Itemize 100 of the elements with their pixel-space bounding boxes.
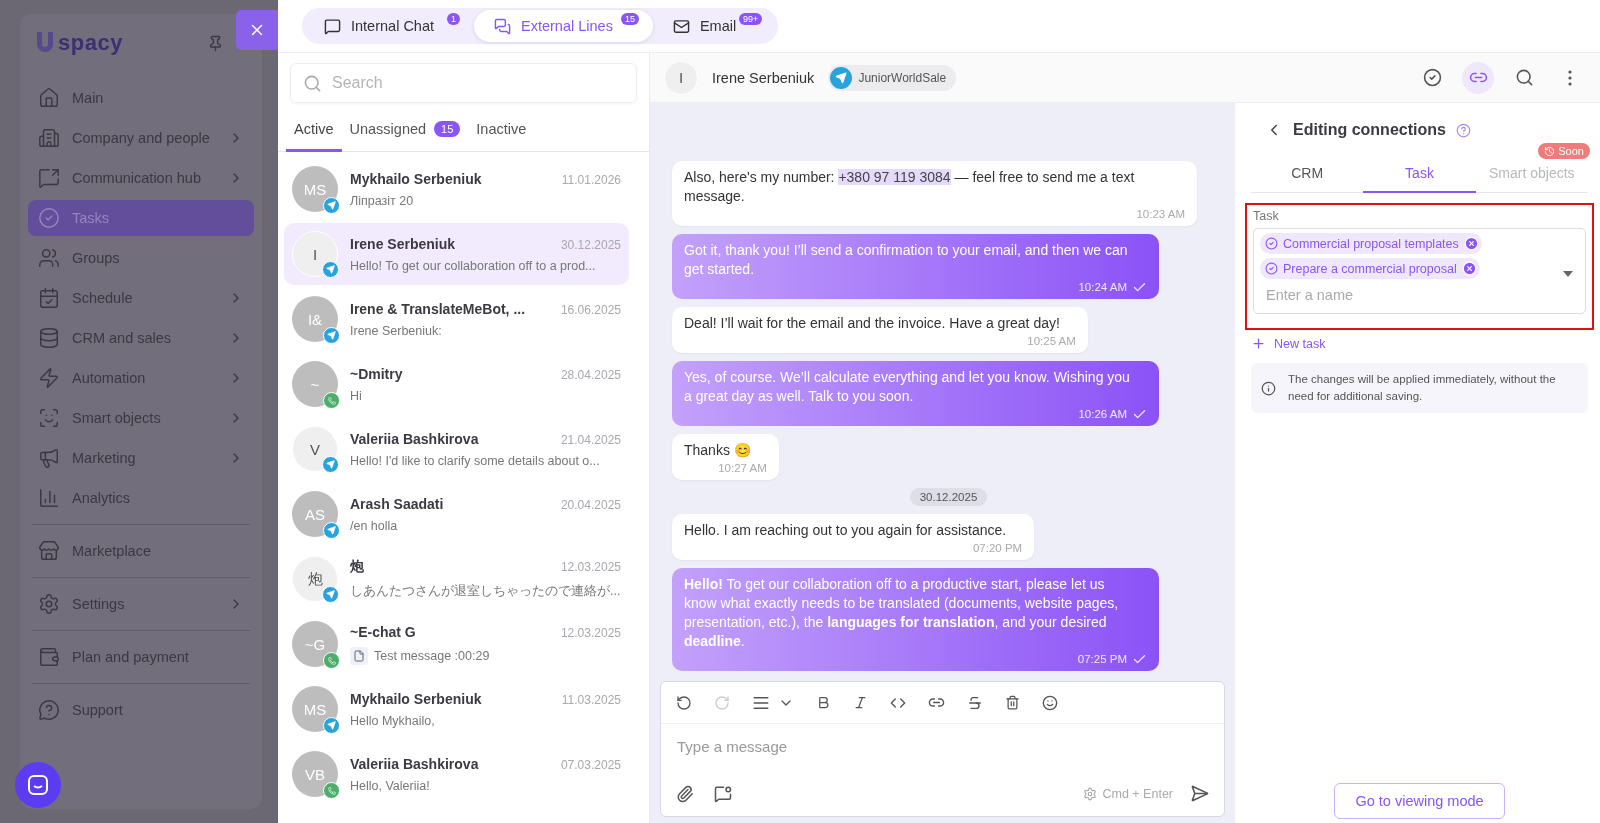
- message-time: 10:24 AM: [1078, 280, 1127, 295]
- phone-badge-icon: [323, 392, 340, 409]
- avatar: MS: [292, 686, 338, 732]
- chat-edit-icon: [38, 167, 60, 189]
- paperclip-icon: [676, 784, 694, 803]
- avatar: I: [292, 231, 338, 277]
- nav-item[interactable]: Smart objects: [28, 400, 254, 436]
- viewing-mode-button[interactable]: Go to viewing mode: [1334, 783, 1505, 819]
- message-date: 30.12.2025: [560, 237, 621, 252]
- store-icon: [38, 540, 60, 562]
- channel-chip: JuniorWorldSale: [828, 64, 957, 91]
- chat-bubble-icon: [324, 17, 341, 35]
- field-label: Task: [1253, 209, 1280, 223]
- tab[interactable]: External Lines 15: [474, 10, 653, 42]
- nav-item[interactable]: Groups: [28, 240, 254, 276]
- contact-name: Valeriia Bashkirova: [350, 755, 479, 772]
- nav-item[interactable]: Company and people: [28, 120, 254, 156]
- message-preview: Ліпразіт 20: [350, 193, 415, 208]
- conversation-item[interactable]: ~G ~E-chat G 12.03.2025 Test message :00:29: [284, 613, 629, 675]
- nav-item[interactable]: Plan and payment: [28, 639, 254, 675]
- tab[interactable]: Active: [286, 111, 342, 152]
- telegram-badge-icon: [323, 197, 340, 214]
- more-icon: [1568, 69, 1572, 86]
- users-icon: [38, 247, 60, 269]
- nav-item[interactable]: Schedule: [28, 280, 254, 316]
- contact-name: ~Dmitry: [350, 365, 403, 382]
- conversation-item[interactable]: 炮 炮 12.03.2025 しあんたつさんが退室しちゃったので連絡が...: [284, 548, 629, 610]
- message-preview: /en holla: [350, 518, 399, 533]
- remove-button[interactable]: [1463, 236, 1479, 251]
- contact-name: Valeriia Bashkirova: [350, 430, 479, 447]
- search-icon: [303, 73, 322, 93]
- tab[interactable]: Internal Chat 1: [304, 10, 475, 42]
- task-select-field[interactable]: Commercial proposal templates Prepare a commercial proposal Enter a name: [1253, 228, 1586, 314]
- avatar: ~G: [292, 621, 338, 667]
- plus-icon: [1251, 336, 1266, 351]
- nav-item[interactable]: Settings: [28, 586, 254, 622]
- mail-icon: [672, 17, 690, 35]
- message-text: Hello. I am reaching out to you again for assistance.: [684, 521, 1008, 540]
- message-time: 10:23 AM: [1136, 207, 1185, 222]
- tab[interactable]: Email 99+: [652, 10, 777, 42]
- dropdown-caret-icon[interactable]: [1563, 271, 1573, 277]
- message-time: 10:25 AM: [1027, 334, 1076, 349]
- conversation-item[interactable]: I& Irene & TranslateMeBot, ... 16.06.2025 Irene Serbeniuk:: [284, 288, 629, 350]
- tab[interactable]: CRM: [1251, 157, 1364, 193]
- conversation-item[interactable]: MS Mykhailo Serbeniuk 11.01.2026 Ліпразіт 20: [284, 158, 629, 220]
- note-text: The changes will be applied immediately, without the need for additional saving.: [1288, 372, 1557, 404]
- conversation-item[interactable]: ~ ~Dmitry 28.04.2025 Hi: [284, 353, 629, 415]
- panel-title: Editing connections: [1293, 121, 1446, 139]
- nav-item[interactable]: CRM and sales: [28, 320, 254, 356]
- message-time: 07:25 PM: [1077, 652, 1127, 667]
- wallet-icon: [38, 646, 60, 668]
- message-text: Hello! To get our collaboration off to a productive start, please let us know what exactly needs to be translated (documents, website pages, presentation, etc.), the languages for translation, and your desired deadline.: [684, 575, 1120, 651]
- contact-name: Mykhailo Serbeniuk: [350, 690, 482, 707]
- settings-icon: [38, 593, 60, 615]
- nav-item[interactable]: Main: [28, 80, 254, 116]
- nav-item[interactable]: Marketplace: [28, 533, 254, 569]
- clock-icon: [1544, 145, 1556, 157]
- smiley-icon: [1042, 694, 1058, 711]
- nav-item[interactable]: Support: [28, 692, 254, 728]
- connections-button[interactable]: [1462, 61, 1494, 94]
- conversation-item[interactable]: AS Arash Saadati 20.04.2025 /en holla: [284, 483, 629, 545]
- nav-item[interactable]: Communication hub: [28, 160, 254, 196]
- tab[interactable]: Task: [1363, 157, 1476, 193]
- message-preview: Hello Mykhailo,: [350, 713, 436, 728]
- check-circle-icon: [1265, 262, 1278, 275]
- nav-item[interactable]: Analytics: [28, 480, 254, 516]
- new-task-button[interactable]: New task: [1251, 336, 1326, 351]
- chat-icon: [27, 774, 49, 796]
- tab[interactable]: Unassigned 15: [341, 111, 469, 152]
- conversation-item[interactable]: I Irene Serbeniuk 30.12.2025 Hello! To get our collaboration off to a prod...: [284, 223, 629, 285]
- telegram-badge-icon: [322, 456, 339, 473]
- telegram-badge-icon: [323, 327, 340, 344]
- tab[interactable]: Inactive: [468, 111, 535, 152]
- message-composer[interactable]: Type a message Cmd + Enter: [660, 681, 1225, 817]
- conversation-item[interactable]: VB Valeriia Bashkirova 07.03.2025 Hello, Valeriia!: [284, 743, 629, 805]
- contact-name: 炮: [350, 558, 364, 576]
- message-preview: しあんたつさんが退室しちゃったので連絡が...: [350, 583, 621, 600]
- message-text: Got it, thank you! I’ll send a confirmation to your email, and then we can get started.: [684, 241, 1129, 279]
- help-icon[interactable]: [1455, 122, 1471, 138]
- conversation-item[interactable]: V Valeriia Bashkirova 21.04.2025 Hello! I'd like to clarify some details about o...: [284, 418, 629, 480]
- telegram-badge-icon: [322, 261, 339, 278]
- message-time: 10:27 AM: [718, 461, 767, 476]
- message-date: 28.04.2025: [560, 367, 621, 382]
- help-chat-icon: [38, 699, 60, 721]
- logo-text: spacy: [58, 30, 123, 56]
- message-preview: Irene Serbeniuk:: [350, 323, 443, 338]
- remove-button[interactable]: [1461, 261, 1477, 276]
- avatar: MS: [292, 166, 338, 212]
- check-circle-icon: [38, 207, 60, 229]
- search-field[interactable]: Search: [290, 63, 637, 103]
- conversation-item[interactable]: MS Mykhailo Serbeniuk 11.03.2025 Hello Mykhailo,: [284, 678, 629, 740]
- message-preview: Hello, Valeriia!: [350, 778, 431, 793]
- count-badge: 15: [620, 13, 639, 25]
- count-badge: 15: [434, 121, 461, 137]
- check-circle-icon: [1265, 237, 1278, 250]
- nav-item[interactable]: Marketing: [28, 440, 254, 476]
- database-icon: [38, 327, 60, 349]
- close-icon: [1463, 236, 1479, 251]
- soon-badge: Soon: [1538, 143, 1590, 159]
- nav-item[interactable]: Automation: [28, 360, 254, 396]
